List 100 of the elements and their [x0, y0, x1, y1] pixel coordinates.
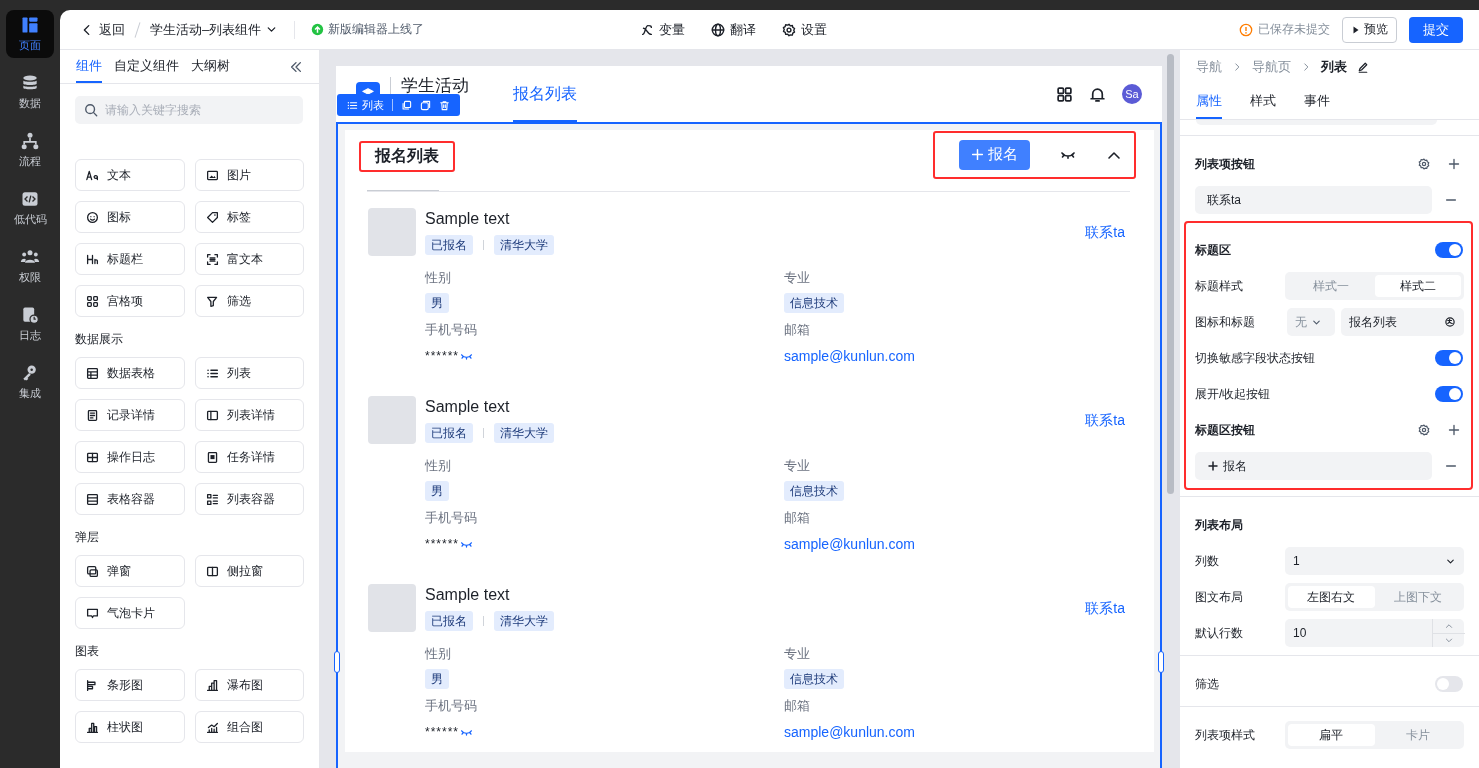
component-item[interactable]: 标签 [195, 201, 304, 233]
email-link[interactable]: sample@kunlun.com [784, 721, 915, 743]
rail-item[interactable]: 页面 [6, 10, 54, 58]
contact-link[interactable]: 联系ta [1085, 600, 1125, 620]
toolbar-button[interactable]: 设置 [782, 20, 827, 39]
pencil-icon[interactable] [1357, 61, 1369, 73]
component-item[interactable]: 标题栏 [75, 243, 185, 275]
section-heading: 列表项按钮 [1195, 155, 1255, 173]
section-heading: 标题区按钮 [1195, 421, 1255, 439]
settings-icon[interactable] [1418, 158, 1430, 170]
toolbar-button[interactable]: 翻译 [711, 20, 756, 39]
field-label: 性别 [425, 645, 451, 663]
field-label: 性别 [425, 269, 451, 287]
field-label: 专业 [784, 645, 810, 663]
component-item[interactable]: 筛选 [195, 285, 304, 317]
panel-tab[interactable]: 大纲树 [191, 50, 230, 83]
tag: 已报名 [425, 235, 473, 255]
search-field[interactable]: 请输入关键字搜索 [75, 96, 303, 124]
component-item[interactable]: 数据表格 [75, 357, 185, 389]
toggle-switch[interactable] [1435, 350, 1463, 366]
component-item[interactable]: 瀑布图 [195, 669, 304, 701]
avatar[interactable]: Sa [1122, 84, 1142, 104]
preview-button[interactable]: 预览 [1342, 16, 1397, 43]
field-label: 手机号码 [425, 509, 477, 527]
rail-item[interactable]: 低代码 [6, 184, 54, 232]
trash-icon [439, 99, 450, 111]
image-placeholder [368, 208, 416, 256]
rail-item[interactable]: 集成 [6, 358, 54, 406]
button-item[interactable]: 报名 [1195, 452, 1432, 480]
code-icon [20, 189, 40, 209]
duplicate-icon [420, 99, 431, 111]
rail-item[interactable]: 数据 [6, 68, 54, 116]
contact-link[interactable]: 联系ta [1085, 412, 1125, 432]
input-field[interactable] [1196, 120, 1437, 125]
rail-item[interactable]: 流程 [6, 126, 54, 174]
setting-label: 筛选 [1195, 675, 1219, 693]
segment-option[interactable]: 扁平 [1288, 724, 1375, 746]
component-toolbar[interactable]: 列表 [337, 94, 460, 116]
component-item[interactable]: 弹窗 [75, 555, 185, 587]
toggle-switch[interactable] [1435, 676, 1463, 692]
rail-item[interactable]: 日志 [6, 300, 54, 348]
segmented-control[interactable]: 扁平 卡片 [1285, 721, 1464, 749]
collapse-icon[interactable] [289, 59, 303, 74]
add-icon[interactable] [1448, 158, 1460, 170]
tag-icon [206, 210, 219, 224]
component-item[interactable]: 任务详情 [195, 441, 304, 473]
component-item[interactable]: 组合图 [195, 711, 304, 743]
component-item[interactable]: 表格容器 [75, 483, 185, 515]
rail-item[interactable]: 权限 [6, 242, 54, 290]
speech-bubble-icon [86, 606, 99, 620]
split-panel-icon [206, 564, 219, 578]
segmented-control[interactable]: 样式一 样式二 [1285, 272, 1464, 300]
breadcrumb-item: 列表 [1321, 58, 1347, 76]
resize-handle[interactable] [1158, 651, 1164, 673]
component-item[interactable]: 宫格项 [75, 285, 185, 317]
contact-link[interactable]: 联系ta [1085, 224, 1125, 244]
column-select[interactable]: 1 [1285, 547, 1464, 575]
segmented-control[interactable]: 左图右文 上图下文 [1285, 583, 1464, 611]
dialog-icon [86, 564, 99, 578]
toggle-switch[interactable] [1435, 242, 1463, 258]
component-item[interactable]: 列表容器 [195, 483, 304, 515]
translate-icon[interactable] [1444, 316, 1456, 328]
page-title-dropdown[interactable]: 学生活动–列表组件 [150, 20, 279, 39]
component-item[interactable]: 图标 [75, 201, 185, 233]
component-item[interactable]: 记录详情 [75, 399, 185, 431]
title-input[interactable]: 报名列表 [1341, 308, 1464, 336]
component-item[interactable]: 气泡卡片 [75, 597, 185, 629]
panel-tab[interactable]: 事件 [1304, 84, 1330, 119]
toolbar-button[interactable]: 变量 [640, 20, 685, 39]
component-item[interactable]: 列表详情 [195, 399, 304, 431]
settings-icon[interactable] [1418, 424, 1430, 436]
email-link[interactable]: sample@kunlun.com [784, 345, 915, 367]
component-item[interactable]: 文本 [75, 159, 185, 191]
scrollbar[interactable] [1167, 54, 1174, 494]
flowchart-icon [20, 131, 40, 151]
submit-button[interactable]: 提交 [1409, 16, 1463, 43]
filter-icon [206, 294, 219, 308]
tag: 清华大学 [494, 611, 554, 631]
component-item[interactable]: 侧拉窗 [195, 555, 304, 587]
component-item[interactable]: 图片 [195, 159, 304, 191]
panel-tab[interactable]: 组件 [76, 50, 102, 83]
toggle-switch[interactable] [1435, 386, 1463, 402]
back-link[interactable]: 返回 [80, 20, 125, 39]
setting-label: 展开/收起按钮 [1195, 385, 1271, 403]
panel-tab[interactable]: 样式 [1250, 84, 1276, 119]
component-item[interactable]: 柱状图 [75, 711, 185, 743]
segment-option[interactable]: 样式二 [1374, 275, 1461, 297]
button-item[interactable]: 联系ta [1195, 186, 1432, 214]
email-link[interactable]: sample@kunlun.com [784, 533, 915, 555]
add-icon[interactable] [1448, 424, 1460, 436]
component-label: 列表 [362, 97, 384, 113]
panel-tab[interactable]: 自定义组件 [114, 50, 179, 83]
breadcrumb-item[interactable]: 导航 [1196, 58, 1222, 76]
component-item[interactable]: 条形图 [75, 669, 185, 701]
component-item[interactable]: 富文本 [195, 243, 304, 275]
resize-handle[interactable] [334, 651, 340, 673]
add-button[interactable]: 报名 [959, 139, 1030, 170]
component-item[interactable]: 操作日志 [75, 441, 185, 473]
component-item[interactable]: 列表 [195, 357, 304, 389]
segment-option[interactable]: 左图右文 [1288, 586, 1375, 608]
